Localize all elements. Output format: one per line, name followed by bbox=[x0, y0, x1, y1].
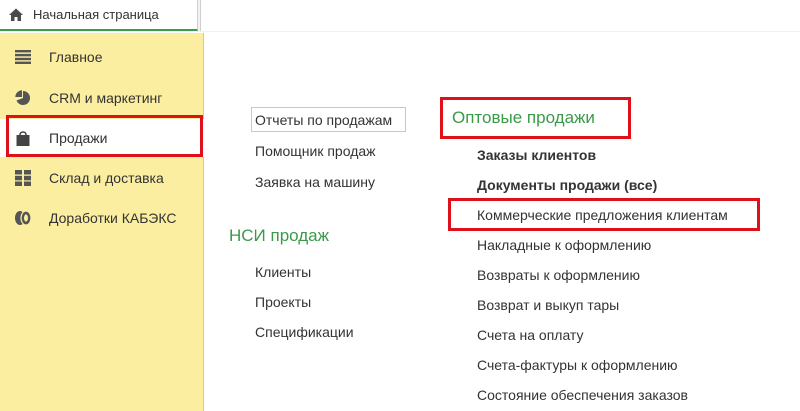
tab-home[interactable]: Начальная страница bbox=[0, 0, 198, 31]
menu-lines-icon bbox=[14, 48, 32, 66]
sidebar: Главное CRM и маркетинг Продажи Склад и … bbox=[0, 33, 204, 411]
link-tax-invoices[interactable]: Счета-фактуры к оформлению bbox=[477, 357, 678, 373]
sidebar-item-label: CRM и маркетинг bbox=[49, 90, 163, 106]
sidebar-item-crm[interactable]: CRM и маркетинг bbox=[0, 79, 204, 117]
sidebar-item-label: Главное bbox=[49, 49, 103, 65]
link-waybills[interactable]: Накладные к оформлению bbox=[477, 237, 651, 253]
warehouse-grid-icon bbox=[14, 169, 32, 187]
section-title-nsi: НСИ продаж bbox=[229, 226, 329, 245]
shopping-bag-icon bbox=[14, 129, 32, 147]
sidebar-item-sales[interactable]: Продажи bbox=[0, 119, 204, 157]
section-title-wholesale: Оптовые продажи bbox=[452, 108, 595, 127]
sidebar-item-label: Продажи bbox=[49, 130, 108, 146]
sidebar-item-label: Склад и доставка bbox=[49, 170, 164, 186]
link-sales-documents[interactable]: Документы продажи (все) bbox=[477, 177, 657, 193]
link-projects[interactable]: Проекты bbox=[255, 294, 311, 310]
tab-area bbox=[200, 0, 800, 31]
sidebar-item-main[interactable]: Главное bbox=[0, 38, 204, 76]
link-commercial-offers[interactable]: Коммерческие предложения клиентам bbox=[477, 207, 728, 223]
app-window: Начальная страница Главное CRM и маркети… bbox=[0, 0, 800, 411]
link-clients[interactable]: Клиенты bbox=[255, 264, 311, 280]
link-invoices[interactable]: Счета на оплату bbox=[477, 327, 584, 343]
main-content: Отчеты по продажам Помощник продаж Заявк… bbox=[205, 33, 800, 411]
link-sales-reports[interactable]: Отчеты по продажам bbox=[255, 112, 392, 128]
pie-chart-icon bbox=[14, 89, 32, 107]
tab-home-label: Начальная страница bbox=[33, 7, 159, 22]
home-icon bbox=[9, 8, 23, 21]
tab-strip: Начальная страница bbox=[0, 0, 800, 32]
link-container-return[interactable]: Возврат и выкуп тары bbox=[477, 297, 619, 313]
sidebar-item-kabeks[interactable]: Доработки КАБЭКС bbox=[0, 199, 204, 237]
link-order-supply-state[interactable]: Состояние обеспечения заказов bbox=[477, 387, 688, 403]
sidebar-item-warehouse[interactable]: Склад и доставка bbox=[0, 159, 204, 197]
sidebar-item-label: Доработки КАБЭКС bbox=[49, 210, 177, 226]
link-returns[interactable]: Возвраты к оформлению bbox=[477, 267, 640, 283]
link-sales-assistant[interactable]: Помощник продаж bbox=[255, 143, 376, 159]
coins-icon bbox=[14, 209, 32, 227]
link-specifications[interactable]: Спецификации bbox=[255, 324, 354, 340]
link-customer-orders[interactable]: Заказы клиентов bbox=[477, 147, 596, 163]
link-vehicle-request[interactable]: Заявка на машину bbox=[255, 174, 375, 190]
